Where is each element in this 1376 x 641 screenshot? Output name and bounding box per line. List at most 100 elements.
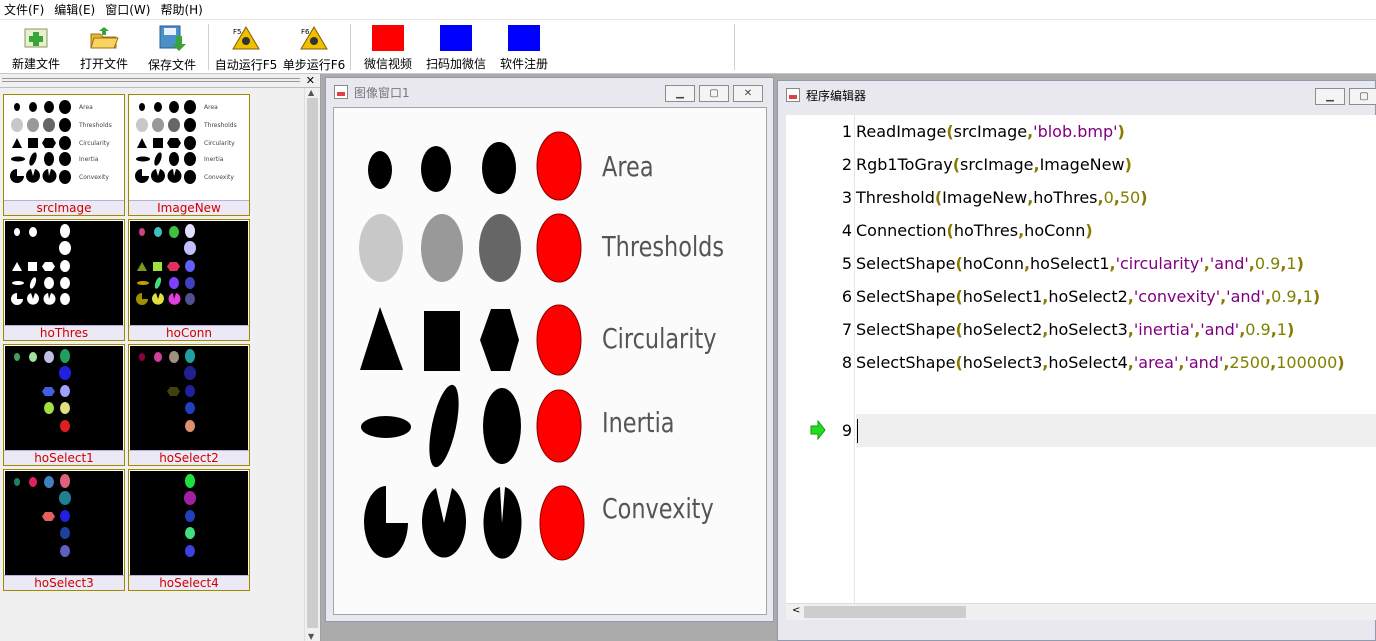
- wechat-video-button[interactable]: 微信视频: [354, 22, 422, 72]
- code-token: 100000: [1276, 353, 1338, 372]
- code-line[interactable]: 3 Threshold(ImageNew,hoThres,0,50): [786, 181, 1376, 214]
- program-editor-window: 程序编辑器 ▁ ▢ 1 ReadImage(srcImage,'blob.bmp'…: [777, 80, 1376, 641]
- code-line[interactable]: 1 ReadImage(srcImage,'blob.bmp'): [786, 115, 1376, 148]
- wechat-video-label: 微信视频: [363, 57, 412, 71]
- code-token: (: [955, 353, 963, 372]
- thumbnail-grid: Area Thresholds Circularity Inertia Convexit…: [0, 94, 304, 641]
- svg-text:Area: Area: [204, 104, 218, 111]
- window-icon: [786, 88, 800, 102]
- thumbnail-image: [130, 221, 248, 325]
- panel-grip[interactable]: [2, 78, 300, 82]
- thumbnail-image: [130, 346, 248, 450]
- toolbar: 新建文件 打开文件 保存文件 F5 自动运行F5 F6 单步运行F6 微信视频 …: [0, 20, 1376, 74]
- horizontal-scrollbar[interactable]: <: [786, 603, 1376, 620]
- code-token: Threshold: [856, 188, 935, 207]
- register-button[interactable]: 软件注册: [490, 22, 558, 72]
- thumbnail-hoselect1[interactable]: hoSelect1: [3, 344, 125, 466]
- menu-file[interactable]: 文件(F): [0, 1, 50, 18]
- code-token: 'inertia': [1133, 320, 1195, 339]
- code-text: SelectShape(hoSelect1,hoSelect2,'convexi…: [856, 280, 1320, 313]
- line-number: 5: [841, 254, 852, 273]
- thumbnail-image: [5, 471, 123, 575]
- line-number: 8: [841, 353, 852, 372]
- svg-text:Thresholds: Thresholds: [78, 122, 112, 129]
- open-file-button[interactable]: 打开文件: [70, 22, 138, 72]
- code-token: 0.9: [1254, 254, 1281, 273]
- close-button[interactable]: ✕: [733, 85, 763, 102]
- code-token: 'and': [1226, 287, 1266, 306]
- folder-open-icon: [88, 24, 120, 51]
- maximize-button[interactable]: ▢: [699, 85, 729, 102]
- close-icon[interactable]: ✕: [306, 74, 315, 88]
- code-line[interactable]: 5 SelectShape(hoConn,hoSelect1,'circulari…: [786, 247, 1376, 280]
- execution-arrow-icon: [810, 420, 826, 440]
- thumbnail-image: Area Thresholds Circularity Inertia Convexit…: [5, 96, 123, 200]
- menu-edit[interactable]: 编辑(E): [50, 1, 101, 18]
- scrollbar-thumb[interactable]: [804, 606, 966, 618]
- maximize-button[interactable]: ▢: [1349, 88, 1376, 105]
- thumbnail-hoselect4[interactable]: hoSelect4: [128, 469, 250, 591]
- scroll-down-icon[interactable]: ▼: [308, 632, 314, 641]
- line-number: 6: [841, 287, 852, 306]
- svg-text:Area: Area: [79, 104, 93, 111]
- panel-scrollbar[interactable]: ▲ ▼: [304, 88, 320, 641]
- image-canvas[interactable]: Area Thresholds Circularity Inertia Conv…: [333, 107, 767, 615]
- save-file-button[interactable]: 保存文件: [138, 22, 206, 72]
- new-file-button[interactable]: 新建文件: [2, 22, 70, 72]
- code-line[interactable]: 8 SelectShape(hoSelect3,hoSelect4,'area',…: [786, 346, 1376, 379]
- menu-help[interactable]: 帮助(H): [156, 1, 208, 18]
- thumbnail-label: ImageNew: [129, 200, 249, 215]
- code-token: SelectShape: [856, 287, 956, 306]
- minimize-button[interactable]: ▁: [665, 85, 695, 102]
- thumbnail-label: hoSelect1: [4, 450, 124, 465]
- code-line[interactable]: 6 SelectShape(hoSelect1,hoSelect2,'convex…: [786, 280, 1376, 313]
- svg-text:F5: F5: [233, 28, 241, 36]
- code-editor[interactable]: 1 ReadImage(srcImage,'blob.bmp') 2 Rgb1ToGr…: [786, 115, 1376, 603]
- code-token: hoThres: [1033, 188, 1098, 207]
- svg-text:Thresholds: Thresholds: [203, 122, 237, 129]
- code-token: (: [955, 320, 963, 339]
- thumbnail-hoselect3[interactable]: hoSelect3: [3, 469, 125, 591]
- open-file-label: 打开文件: [79, 57, 128, 71]
- code-line[interactable]: 2 Rgb1ToGray(srcImage,ImageNew): [786, 148, 1376, 181]
- code-line[interactable]: 4 Connection(hoThres,hoConn): [786, 214, 1376, 247]
- thumbnail-panel: ✕ Area Thresholds Circularity Inertia Convex…: [0, 74, 321, 641]
- code-token: ImageNew: [1039, 155, 1125, 174]
- code-token: 'area': [1133, 353, 1179, 372]
- code-token: srcImage: [960, 155, 1034, 174]
- scan-wechat-button[interactable]: 扫码加微信: [422, 22, 490, 72]
- code-line[interactable]: 9: [786, 414, 1376, 447]
- line-number: 7: [841, 320, 852, 339]
- code-token: hoConn: [1024, 221, 1086, 240]
- code-token: hoSelect1: [1030, 254, 1110, 273]
- thumbnail-imagenew[interactable]: Area Thresholds Circularity Inertia Convexit…: [128, 94, 250, 216]
- scroll-left-icon[interactable]: <: [792, 605, 800, 616]
- scroll-up-icon[interactable]: ▲: [308, 88, 314, 97]
- code-token: ): [1124, 155, 1132, 174]
- save-file-label: 保存文件: [147, 58, 196, 72]
- thumbnail-hoconn[interactable]: hoConn: [128, 219, 250, 341]
- code-token: ): [1337, 353, 1345, 372]
- thumbnail-hothres[interactable]: hoThres: [3, 219, 125, 341]
- minimize-button[interactable]: ▁: [1315, 88, 1345, 105]
- code-token: hoSelect3: [962, 353, 1043, 372]
- blue-square-icon: [508, 24, 540, 51]
- line-number: 2: [841, 155, 852, 174]
- thumbnail-label: hoSelect4: [129, 575, 249, 590]
- scrollbar-thumb[interactable]: [307, 98, 318, 628]
- code-token: ): [1140, 188, 1148, 207]
- code-token: (: [955, 254, 963, 273]
- step-run-icon: F6: [298, 24, 330, 52]
- auto-run-button[interactable]: F5 自动运行F5: [212, 22, 280, 72]
- step-run-button[interactable]: F6 单步运行F6: [280, 22, 348, 72]
- step-run-label: 单步运行F6: [282, 58, 346, 72]
- thumbnail-hoselect2[interactable]: hoSelect2: [128, 344, 250, 466]
- blob-image: [334, 108, 766, 614]
- thumbnail-srcimage[interactable]: Area Thresholds Circularity Inertia Convexit…: [3, 94, 125, 216]
- code-token: hoConn: [962, 254, 1024, 273]
- menu-bar: 文件(F) 编辑(E) 窗口(W) 帮助(H): [0, 0, 1376, 20]
- window-titlebar[interactable]: 程序编辑器 ▁ ▢: [778, 81, 1376, 109]
- code-line[interactable]: 7 SelectShape(hoSelect2,hoSelect3,'inerti…: [786, 313, 1376, 346]
- window-titlebar[interactable]: 图像窗口1 ▁ ▢ ✕: [326, 78, 773, 106]
- menu-window[interactable]: 窗口(W): [101, 1, 156, 18]
